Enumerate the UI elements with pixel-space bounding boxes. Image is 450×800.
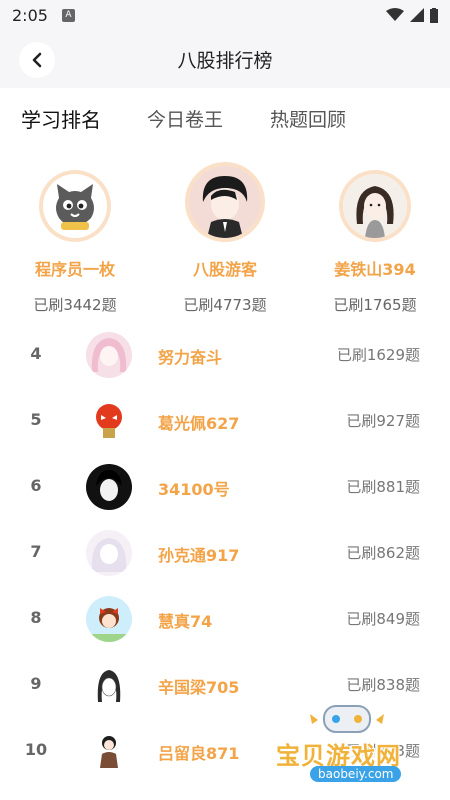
rank-number: 4 (30, 344, 42, 363)
solved-count: 已刷1629题 (336, 346, 420, 364)
user-name: 葛光佩627 (158, 414, 240, 433)
podium-count: 已刷4773题 (183, 296, 267, 314)
list-item[interactable]: 4 努力奋斗 已刷1629题 (0, 322, 450, 388)
cartoon-girl-avatar-icon (86, 596, 132, 642)
solved-count: 已刷927题 (346, 412, 420, 430)
avatar (86, 596, 132, 642)
podium: 程序员一枚 已刷3442题 八股游客 已刷4773题 姜铁山394 已刷1765… (0, 158, 450, 318)
anime-girl-avatar-icon (86, 332, 132, 378)
podium-name: 程序员一枚 (34, 260, 115, 279)
watermark-logo: 宝贝游戏网 baobeiy.com (272, 700, 422, 795)
app-header: 八股排行榜 (0, 30, 450, 88)
rank-number: 8 (30, 608, 42, 627)
podium-item-first[interactable]: 八股游客 已刷4773题 (150, 162, 300, 315)
chibi-boy-avatar-icon (86, 728, 132, 774)
solved-count: 已刷862题 (346, 544, 420, 562)
user-name: 努力奋斗 (158, 348, 223, 367)
watermark-url: baobeiy.com (310, 766, 402, 782)
pale-anime-avatar-icon (86, 530, 132, 576)
podium-name: 八股游客 (192, 260, 257, 279)
avatar (86, 398, 132, 444)
rank-number: 6 (30, 476, 42, 495)
podium-item-second[interactable]: 程序员一枚 已刷3442题 (0, 170, 150, 315)
list-item[interactable]: 5 葛光佩627 已刷927题 (0, 388, 450, 454)
rank-number: 5 (30, 410, 42, 429)
user-name: 辛国梁705 (158, 678, 240, 697)
list-item[interactable]: 6 34100号 已刷881题 (0, 454, 450, 520)
rank-number: 10 (24, 740, 48, 759)
podium-name: 姜铁山394 (334, 260, 416, 279)
user-name: 34100号 (158, 480, 230, 499)
wifi-icon (386, 8, 404, 21)
tab-today-king[interactable]: 今日卷王 (147, 105, 223, 132)
podium-count: 已刷3442题 (33, 296, 117, 314)
avatar (86, 662, 132, 708)
page-title: 八股排行榜 (177, 49, 273, 72)
status-bar: 2:05 A (0, 0, 450, 30)
avatar (86, 530, 132, 576)
status-time: 2:05 (12, 5, 48, 25)
status-icons (386, 7, 438, 23)
avatar (86, 464, 132, 510)
user-name: 吕留良871 (158, 744, 240, 763)
solved-count: 已刷849题 (346, 610, 420, 628)
solved-count: 已刷881题 (346, 478, 420, 496)
boy-avatar-icon (189, 166, 261, 238)
podium-count: 已刷1765题 (333, 296, 417, 314)
rank-number: 7 (30, 542, 42, 561)
user-name: 慧真74 (158, 612, 213, 631)
tab-learning-rank[interactable]: 学习排名 (21, 104, 101, 133)
podium-item-third[interactable]: 姜铁山394 已刷1765题 (300, 170, 450, 315)
tab-bar: 学习排名 今日卷王 热题回顾 (0, 88, 450, 148)
sketch-girl-avatar-icon (86, 662, 132, 708)
avatar (339, 170, 411, 242)
battery-icon (430, 7, 438, 23)
avatar (39, 170, 111, 242)
girl-avatar-icon (343, 174, 407, 238)
tab-hot-review[interactable]: 热题回顾 (270, 105, 346, 132)
back-button[interactable] (19, 42, 55, 78)
avatar (86, 728, 132, 774)
cat-avatar-icon (56, 184, 94, 230)
avatar (86, 332, 132, 378)
list-item[interactable]: 8 慧真74 已刷849题 (0, 586, 450, 652)
list-item[interactable]: 7 孙克通917 已刷862题 (0, 520, 450, 586)
solved-count: 已刷838题 (346, 676, 420, 694)
dark-anime-avatar-icon (86, 464, 132, 510)
user-name: 孙克通917 (158, 546, 240, 565)
notification-icon: A (61, 8, 75, 22)
chevron-left-icon (32, 52, 42, 68)
avatar (185, 162, 265, 242)
spider-avatar-icon (86, 398, 132, 444)
signal-icon (410, 8, 424, 22)
rank-number: 9 (30, 674, 42, 693)
